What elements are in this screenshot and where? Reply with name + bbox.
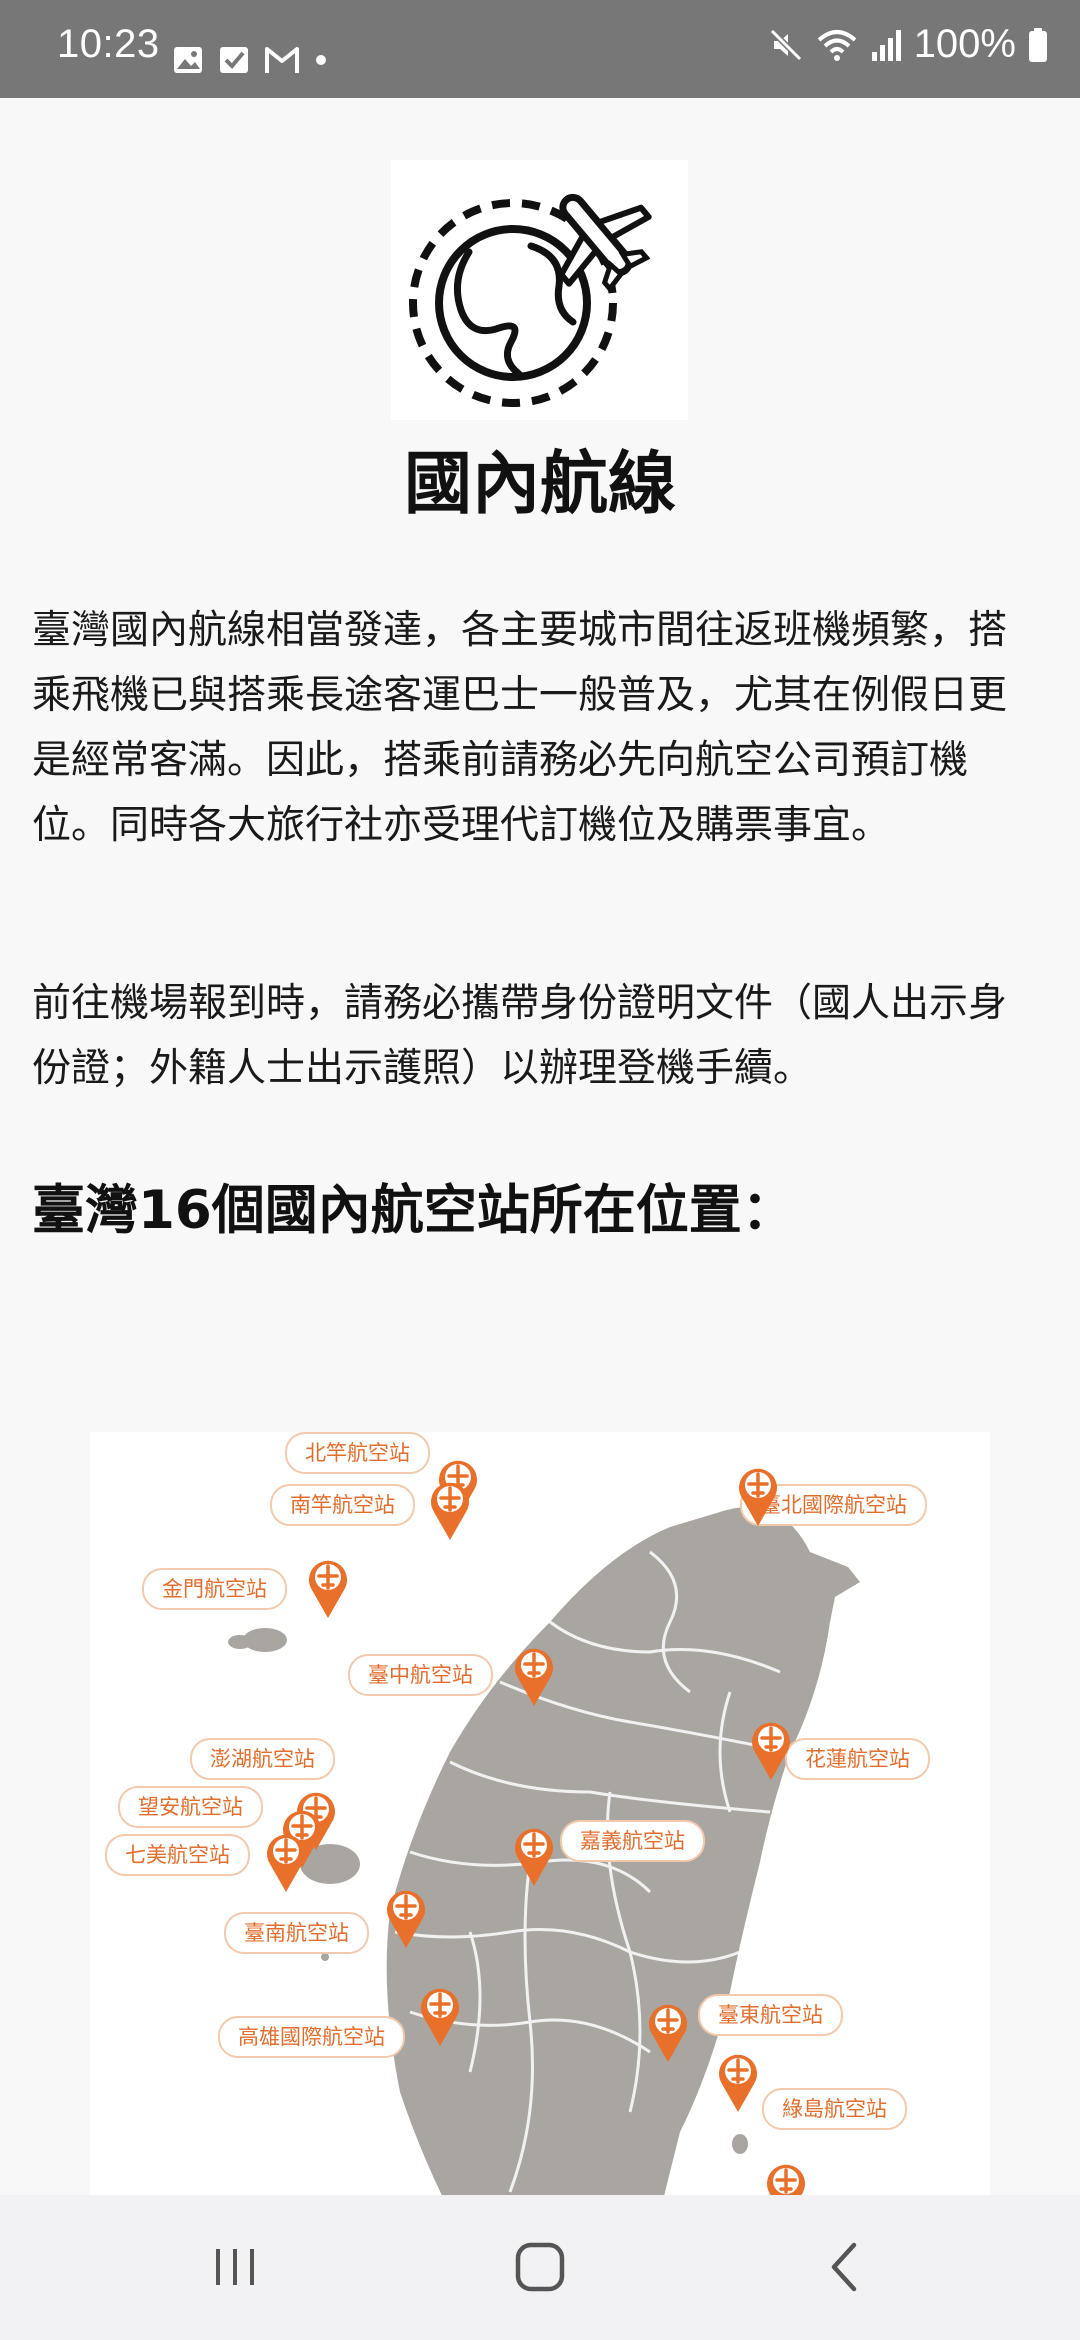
airport-pin-icon-taitung: [649, 2004, 687, 2062]
label-kinmen: 金門航空站: [142, 1568, 287, 1610]
section-heading: 臺灣16個國內航空站所在位置：: [32, 1180, 795, 1241]
checkbox-icon: [220, 47, 248, 73]
label-nangan: 南竿航空站: [270, 1484, 415, 1526]
airport-pin-icon-nangan: [431, 1482, 469, 1540]
recent-apps-icon[interactable]: [210, 2237, 260, 2297]
page-title: 國內航線: [403, 445, 676, 524]
photo-icon: [174, 47, 202, 73]
airport-pin-icon-taichung: [515, 1648, 553, 1706]
airport-pin-icon-lanyu: [767, 2164, 805, 2195]
label-wangan: 望安航空站: [118, 1786, 263, 1828]
airport-map: 北竿航空站 南竿航空站 臺北國際航空站 金門航空站 臺中航空站 澎湖航空站 花蓮…: [90, 1432, 990, 2195]
label-taitung: 臺東航空站: [698, 1994, 843, 2036]
globe-airplane-icon: [409, 193, 652, 407]
mute-icon: [769, 28, 802, 61]
label-beigan: 北竿航空站: [285, 1432, 430, 1474]
label-penghu: 澎湖航空站: [190, 1738, 335, 1780]
intro-paragraph: 臺灣國內航線相當發達，各主要城市間往返班機頻繁，搭乘飛機已與搭乘長途客運巴士一般…: [32, 608, 1008, 848]
airport-pin-icon-taipei: [739, 1468, 777, 1526]
wifi-icon: [817, 29, 857, 61]
signal-icon: [871, 29, 901, 61]
label-lyudao: 綠島航空站: [762, 2088, 907, 2130]
system-status: 100%: [768, 22, 1048, 67]
airport-pin-icon-qimei: [267, 1834, 305, 1892]
checkin-paragraph: 前往機場報到時，請務必攜帶身份證明文件（國人出示身份證；外籍人士出示護照）以辦理…: [32, 981, 1008, 1091]
status-time: 10:23: [57, 22, 160, 66]
label-chiayi: 嘉義航空站: [560, 1820, 705, 1862]
dot-icon: [316, 55, 326, 65]
label-tainan: 臺南航空站: [224, 1912, 369, 1954]
web-content[interactable]: 國內航線 臺灣國內航線相當發達，各主要城市間往返班機頻繁，搭乘飛機已與搭乘長途客…: [0, 98, 1080, 2195]
airport-pin-icon-hualien: [752, 1722, 790, 1780]
label-kaohsiung: 高雄國際航空站: [218, 2016, 405, 2058]
label-qimei: 七美航空站: [105, 1834, 250, 1876]
label-taichung: 臺中航空站: [348, 1654, 493, 1696]
battery-percent: 100%: [913, 22, 1016, 66]
notification-icons: [172, 44, 328, 76]
navigation-bar: [0, 2195, 1080, 2340]
airport-pin-icon-kaohsiung: [421, 1988, 459, 2046]
status-bar: 10:23 100%: [0, 0, 1080, 98]
gmail-icon: [265, 47, 299, 73]
domestic-flight-logo: [391, 160, 688, 420]
label-hualien: 花蓮航空站: [785, 1738, 930, 1780]
airport-pin-icon-lyudao: [719, 2054, 757, 2112]
airport-pin-icon-kinmen: [309, 1560, 347, 1618]
airport-pin-icon-tainan: [387, 1890, 425, 1948]
airport-pin-icon-chiayi: [515, 1828, 553, 1886]
back-icon[interactable]: [820, 2237, 870, 2297]
battery-icon: [1029, 27, 1047, 62]
home-icon[interactable]: [510, 2237, 570, 2297]
